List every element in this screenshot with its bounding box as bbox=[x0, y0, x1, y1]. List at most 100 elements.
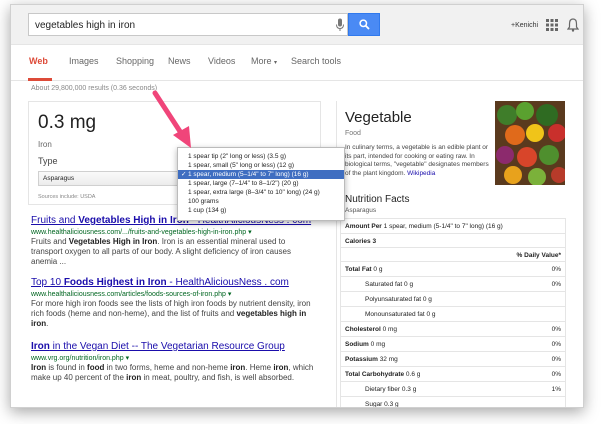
serving-option-label: 1 spear, medium (5–1/4" to 7" long) (16 … bbox=[188, 171, 309, 178]
annotation-arrow-icon bbox=[152, 90, 191, 148]
search-nav-tabs: Web Images Shopping News Videos More ▾ S… bbox=[11, 45, 583, 81]
snippet-text: is found in bbox=[46, 363, 88, 372]
result-title-link[interactable]: Iron in the Vegan Diet -- The Vegetarian… bbox=[31, 341, 316, 352]
browser-window: +Kenichi Web Images Shopping News Videos… bbox=[10, 4, 584, 408]
tab-web[interactable]: Web bbox=[29, 56, 48, 66]
nf-nutrient-amount: 0.6 g bbox=[405, 371, 421, 378]
url-menu-chevron-icon[interactable]: ▾ bbox=[228, 291, 232, 298]
nf-nutrient-name: Sodium bbox=[345, 341, 369, 348]
nf-row-dv: 0% bbox=[551, 341, 561, 348]
nf-row-dv: 0% bbox=[551, 371, 561, 378]
snippet-bold-text: food bbox=[87, 363, 105, 372]
title-text: in the Vegan Diet -- The Vegetarian Reso… bbox=[49, 341, 285, 352]
nf-row: Monounsaturated fat 0 g bbox=[341, 306, 565, 320]
nf-row: Saturated fat 0 g 0% bbox=[341, 276, 565, 290]
nf-nutrient-amount: 0 g bbox=[373, 266, 383, 273]
search-result: Iron in the Vegan Diet -- The Vegetarian… bbox=[31, 341, 316, 383]
serving-option[interactable]: 1 cup (134 g) bbox=[178, 206, 344, 215]
nf-row: Cholesterol 0 mg 0% bbox=[341, 321, 565, 335]
nf-nutrient-amount: 0.3 g bbox=[401, 386, 417, 393]
nf-row-dv: 0% bbox=[551, 266, 561, 273]
nf-row: Potassium 32 mg 0% bbox=[341, 351, 565, 365]
serving-option[interactable]: 1 spear tip (2" long or less) (3.5 g) bbox=[178, 152, 344, 161]
nf-nutrient-name: Cholesterol bbox=[345, 326, 381, 333]
search-button[interactable] bbox=[348, 13, 380, 36]
nf-row: Sodium 0 mg 0% bbox=[341, 336, 565, 350]
nf-nutrient-amount: 0 g bbox=[404, 281, 414, 288]
nf-dv-header-row: % Daily Value* bbox=[341, 247, 565, 261]
nutrition-facts-food: Asparagus bbox=[345, 207, 377, 214]
title-bold-text: Iron bbox=[31, 341, 50, 352]
checkmark-icon: ✓ bbox=[181, 171, 187, 178]
converter-source: Sources include: USDA bbox=[38, 194, 96, 200]
nf-nutrient-amount: 32 mg bbox=[379, 356, 398, 363]
snippet-bold-text: iron bbox=[126, 373, 142, 382]
result-url: www.healthaliciousness.com/.../fruits-an… bbox=[31, 228, 316, 236]
nf-nutrient-name: Polyunsaturated fat bbox=[365, 296, 422, 303]
nf-row: Sugar 0.3 g bbox=[341, 396, 565, 408]
snippet-bold-text: Vegetables High in Iron bbox=[68, 237, 158, 246]
snippet-text: in meat, poultry, and fish, is well abso… bbox=[141, 373, 295, 382]
wikipedia-link[interactable]: Wikipedia bbox=[407, 170, 435, 177]
serving-option[interactable]: 1 spear, large (7–1/4" to 8–1/2") (20 g) bbox=[178, 179, 344, 188]
serving-size-dropdown[interactable]: 1 spear tip (2" long or less) (3.5 g) 1 … bbox=[177, 147, 345, 221]
food-type-select[interactable]: Asparagus ◆ bbox=[38, 171, 191, 186]
nf-amount-value: 1 spear, medium (5-1/4" to 7" long) (16 … bbox=[383, 223, 503, 230]
snippet-bold-text: iron bbox=[230, 363, 246, 372]
nf-row-label: Dietary fiber 0.3 g bbox=[365, 386, 416, 393]
user-link[interactable]: +Kenichi bbox=[511, 22, 538, 29]
nutrition-facts-title: Nutrition Facts bbox=[345, 194, 410, 205]
notifications-bell-icon[interactable] bbox=[567, 18, 579, 32]
result-url-text: www.vrg.org/nutrition/iron.php bbox=[31, 355, 124, 362]
nf-nutrient-name: Monounsaturated fat bbox=[365, 311, 425, 318]
knowledge-panel: Vegetable Food In culinary terms, a vege… bbox=[336, 101, 569, 408]
nf-calories-row: Calories 3 bbox=[341, 233, 565, 247]
nf-nutrient-name: Total Fat bbox=[345, 266, 372, 273]
converter-type-label: Type bbox=[38, 156, 58, 166]
url-menu-chevron-icon[interactable]: ▾ bbox=[248, 229, 252, 236]
nf-nutrient-name: Total Carbohydrate bbox=[345, 371, 405, 378]
nf-row-label: Total Carbohydrate 0.6 g bbox=[345, 371, 420, 378]
result-snippet: Iron is found in food in two forms, heme… bbox=[31, 363, 316, 383]
vegetables-photo[interactable] bbox=[495, 101, 565, 185]
title-bold-text: Foods Highest in Iron bbox=[63, 277, 167, 288]
nf-amount-label: Amount Per bbox=[345, 223, 382, 230]
serving-option-selected[interactable]: ✓ 1 spear, medium (5–1/4" to 7" long) (1… bbox=[178, 170, 344, 179]
converter-unit: Iron bbox=[38, 140, 52, 149]
result-snippet: Fruits and Vegetables High in Iron. Iron… bbox=[31, 237, 316, 267]
apps-grid-icon[interactable] bbox=[546, 19, 558, 31]
title-text: Top 10 bbox=[31, 277, 64, 288]
nf-nutrient-amount: 0.3 g bbox=[384, 401, 399, 408]
tab-search-tools[interactable]: Search tools bbox=[291, 56, 341, 66]
result-url: www.vrg.org/nutrition/iron.php ▾ bbox=[31, 354, 316, 362]
snippet-text: . Heme bbox=[245, 363, 274, 372]
tab-images[interactable]: Images bbox=[69, 56, 99, 66]
tab-videos[interactable]: Videos bbox=[208, 56, 235, 66]
result-title-link[interactable]: Top 10 Foods Highest in Iron - HealthAli… bbox=[31, 277, 316, 288]
tab-news[interactable]: News bbox=[168, 56, 191, 66]
food-type-selected: Asparagus bbox=[43, 175, 75, 182]
nf-nutrient-amount: 0 g bbox=[422, 296, 432, 303]
tab-shopping[interactable]: Shopping bbox=[116, 56, 154, 66]
nf-row-label: Total Fat 0 g bbox=[345, 266, 382, 273]
microphone-icon[interactable] bbox=[335, 18, 345, 32]
tab-more[interactable]: More ▾ bbox=[251, 56, 277, 66]
nf-row-dv: 0% bbox=[551, 356, 561, 363]
serving-option[interactable]: 1 spear, extra large (8–3/4" to 10" long… bbox=[178, 188, 344, 197]
nf-nutrient-name: Potassium bbox=[345, 356, 378, 363]
nf-row-dv: 1% bbox=[551, 386, 561, 393]
active-tab-indicator bbox=[28, 78, 52, 81]
nf-row-label: Monounsaturated fat 0 g bbox=[365, 311, 435, 318]
nutrition-facts-table: Amount Per 1 spear, medium (5-1/4" to 7"… bbox=[340, 218, 566, 408]
nf-nutrient-amount: 0 mg bbox=[370, 341, 386, 348]
search-box[interactable] bbox=[28, 13, 348, 36]
serving-option[interactable]: 1 spear, small (5" long or less) (12 g) bbox=[178, 161, 344, 170]
serving-option[interactable]: 100 grams bbox=[178, 197, 344, 206]
url-menu-chevron-icon[interactable]: ▾ bbox=[126, 355, 130, 362]
kp-subtitle: Food bbox=[345, 130, 361, 137]
nf-row-label: Sodium 0 mg bbox=[345, 341, 385, 348]
nf-nutrient-name: Dietary fiber bbox=[365, 386, 401, 393]
search-input[interactable] bbox=[35, 17, 325, 33]
kp-description: In culinary terms, a vegetable is an edi… bbox=[345, 144, 489, 178]
result-url-text: www.healthaliciousness.com/.../fruits-an… bbox=[31, 229, 247, 236]
